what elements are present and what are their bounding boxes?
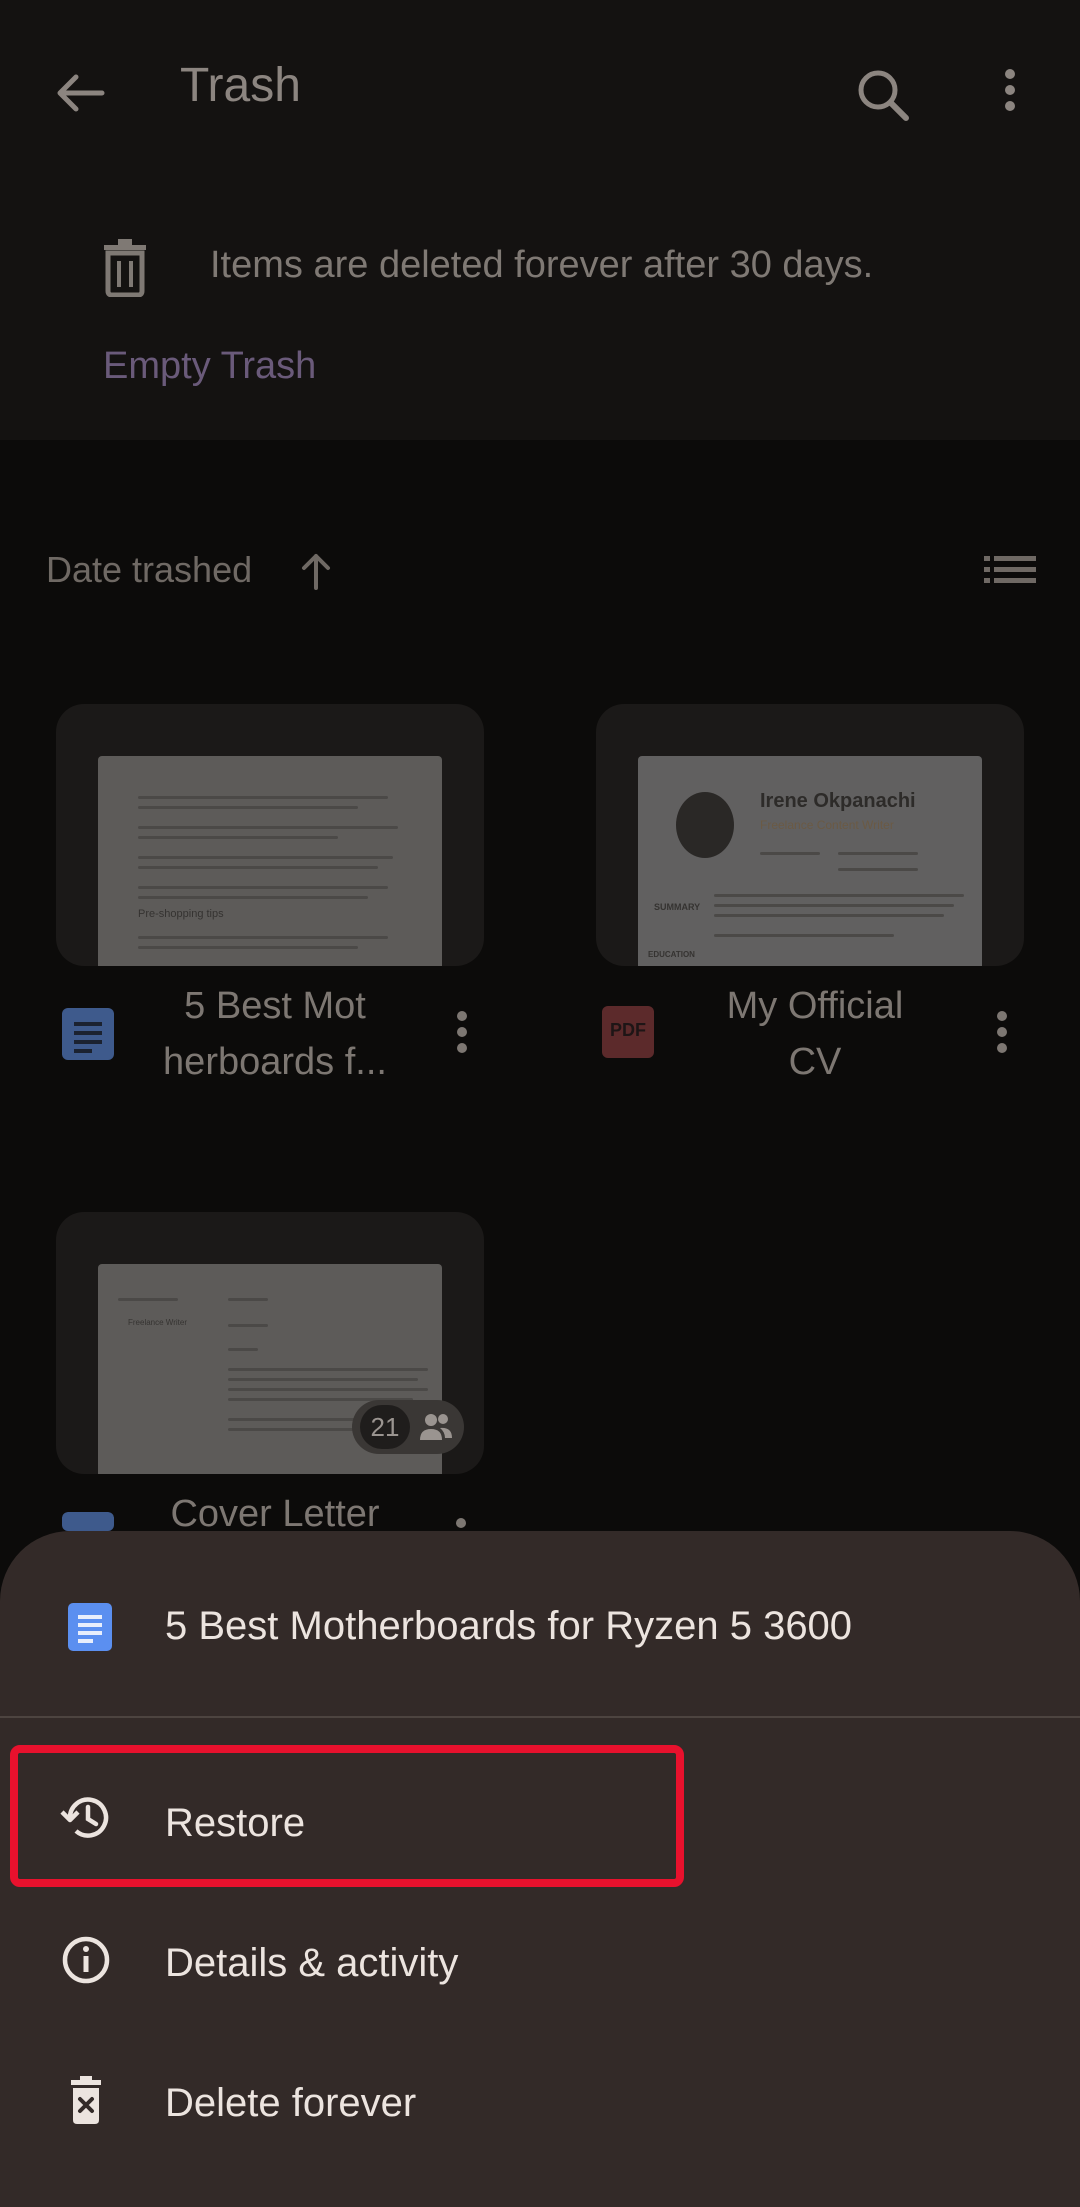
menu-item-label: Delete forever (165, 2081, 417, 2125)
restore-menu-item[interactable]: Restore (0, 1756, 1080, 1896)
shared-count: 21 (360, 1405, 410, 1449)
file-name-line: 5 Best Mot (184, 985, 366, 1027)
avatar (676, 792, 734, 858)
file-card[interactable]: Irene Okpanachi Freelance Content Writer… (596, 704, 1024, 966)
back-button[interactable] (40, 55, 120, 135)
delete-forever-icon (58, 2074, 114, 2130)
people-icon (420, 1414, 452, 1440)
menu-item-label: Details & activity (165, 1941, 459, 1985)
trash-notice (0, 180, 1080, 440)
info-icon (58, 1932, 114, 1988)
search-button[interactable] (840, 52, 930, 142)
details-activity-menu-item[interactable]: Details & activity (0, 1896, 1080, 2036)
file-more-button[interactable] (992, 1002, 1012, 1062)
divider (0, 1716, 1080, 1718)
file-name-line: herboards f... (163, 1041, 387, 1083)
preview-section: EDUCATION (648, 950, 695, 959)
arrow-back-icon (57, 74, 105, 112)
file-more-button[interactable] (456, 1518, 466, 1528)
google-docs-icon (62, 1008, 114, 1060)
search-icon (858, 70, 909, 121)
preview-name: Irene Okpanachi (760, 790, 916, 812)
preview-heading: Pre-shopping tips (138, 908, 224, 920)
file-name-line: CV (788, 1041, 842, 1083)
notice-text: Items are deleted forever after 30 days. (210, 244, 874, 286)
file-thumbnail: Irene Okpanachi Freelance Content Writer… (638, 756, 982, 966)
more-vert-icon (997, 1011, 1007, 1053)
preview-role: Freelance Content Writer (760, 818, 894, 832)
arrow-up-icon[interactable] (296, 548, 336, 594)
file-more-button[interactable] (452, 1002, 472, 1062)
preview-left: Freelance Writer (128, 1318, 187, 1327)
menu-item-label: Restore (165, 1801, 306, 1845)
file-name[interactable]: My Official CV (680, 978, 950, 1090)
file-name[interactable]: 5 Best Mot herboards f... (140, 978, 410, 1090)
more-vert-icon (1005, 69, 1015, 111)
file-name-line: My Official (726, 985, 904, 1027)
pdf-icon-label: PDF (610, 1020, 646, 1040)
file-card[interactable]: Pre-shopping tips (56, 704, 484, 966)
google-docs-icon (62, 1512, 114, 1531)
trash-icon (98, 237, 152, 298)
more-vert-icon (457, 1011, 467, 1053)
sheet-title: 5 Best Motherboards for Ryzen 5 3600 (165, 1604, 853, 1648)
pdf-icon: PDF (602, 1006, 654, 1058)
file-name[interactable]: Cover Letter (140, 1486, 410, 1531)
file-thumbnail: Pre-shopping tips (98, 756, 442, 966)
preview-section: SUMMARY (654, 902, 701, 912)
sort-label[interactable]: Date trashed (46, 549, 252, 591)
list-view-icon[interactable] (980, 546, 1040, 594)
empty-trash-button[interactable]: Empty Trash (103, 345, 316, 388)
restore-history-icon (58, 1790, 114, 1846)
more-options-button[interactable] (975, 52, 1045, 142)
google-docs-icon (68, 1603, 112, 1651)
delete-forever-menu-item[interactable]: Delete forever (0, 2036, 1080, 2176)
page-title: Trash (180, 59, 301, 112)
